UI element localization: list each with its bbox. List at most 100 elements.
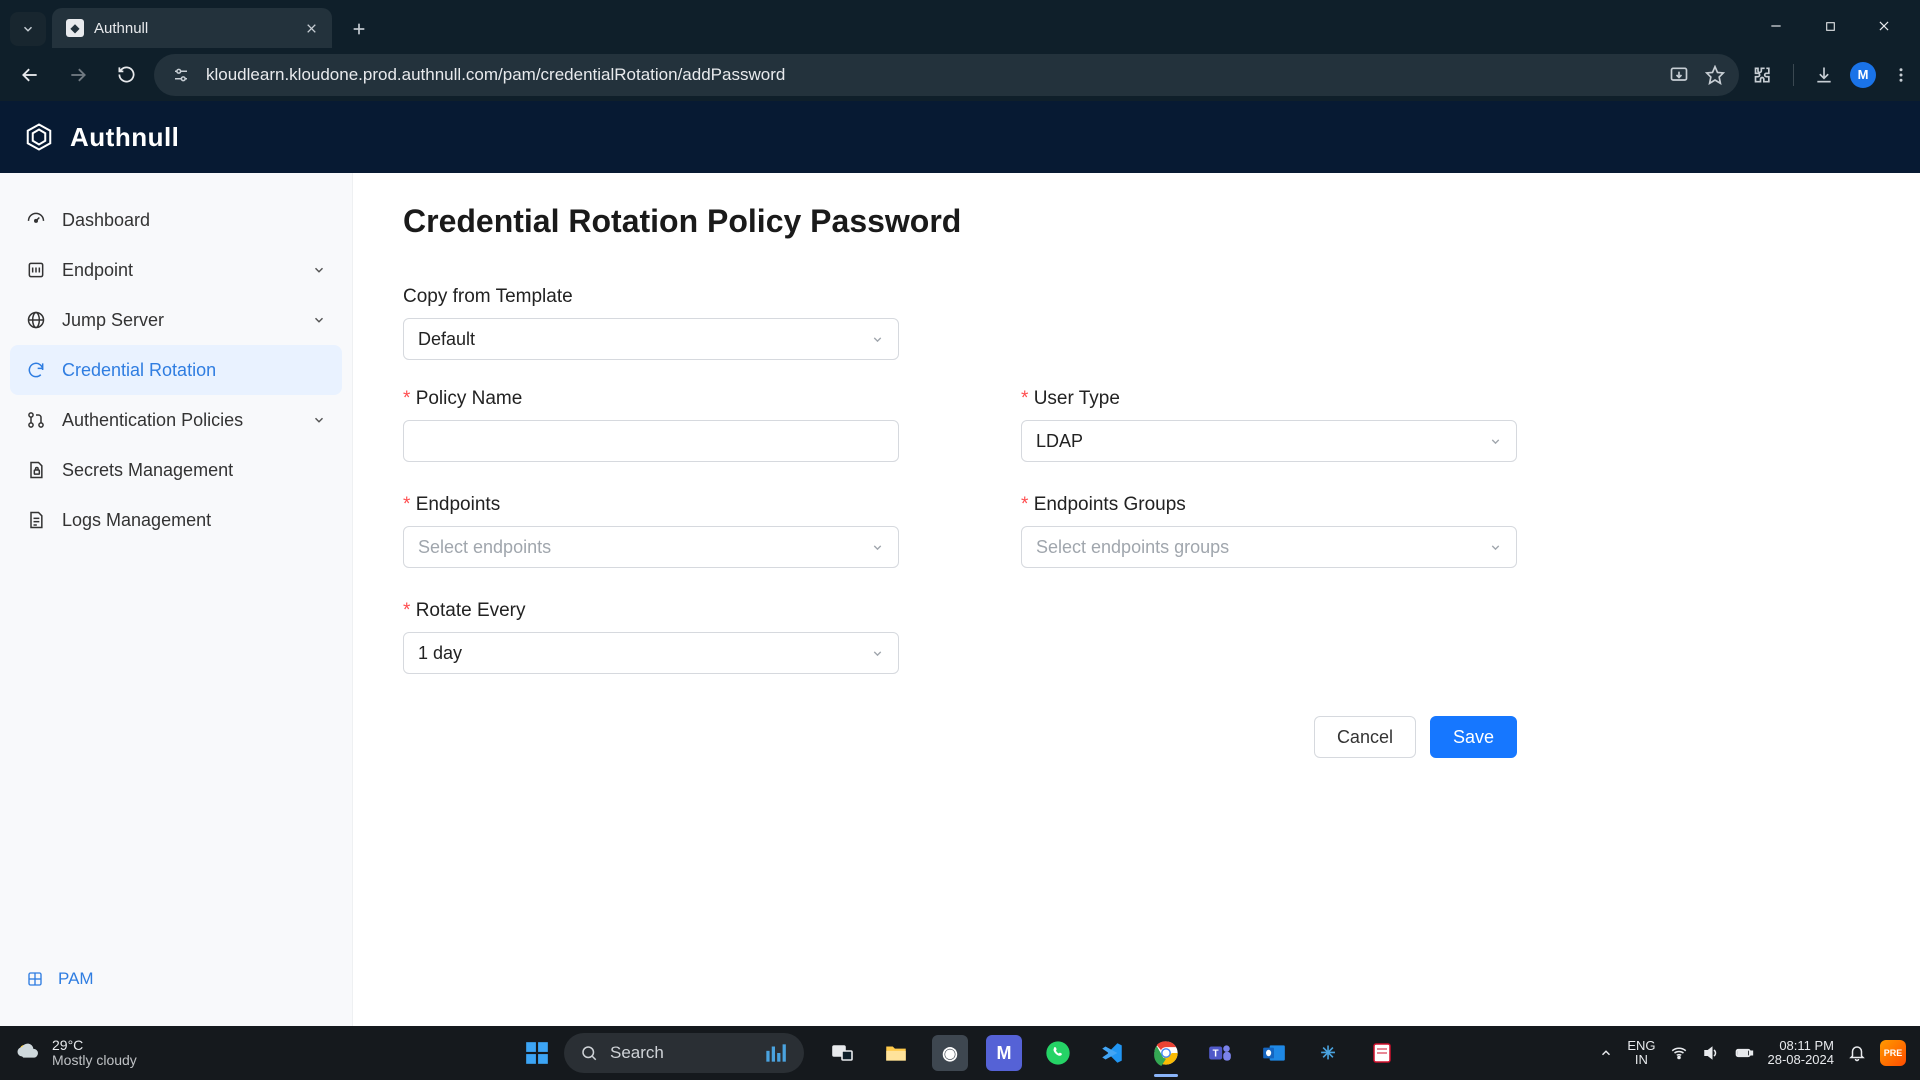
- window-close-button[interactable]: [1858, 6, 1910, 46]
- chevron-down-icon: [871, 541, 884, 554]
- taskbar-pinned-apps: ◉ M T ✳: [824, 1035, 1400, 1071]
- tab-search-button[interactable]: [10, 12, 46, 46]
- vscode-icon: [1099, 1040, 1125, 1066]
- cancel-button[interactable]: Cancel: [1314, 716, 1416, 758]
- sidebar-item-label: Dashboard: [62, 210, 150, 231]
- browser-chrome: ◆ Authnull kloudlearn.kloudone.prod.auth…: [0, 0, 1920, 101]
- sidebar-footer-pam[interactable]: PAM: [10, 954, 342, 1004]
- taskbar-app-taskview[interactable]: [824, 1035, 860, 1071]
- taskbar-app-outlook[interactable]: [1256, 1035, 1292, 1071]
- app-body: Dashboard Endpoint Jump Server Credentia…: [0, 173, 1920, 1026]
- site-info-button[interactable]: [168, 62, 194, 88]
- endpoints-groups-select[interactable]: Select endpoints groups: [1021, 526, 1517, 568]
- window-minimize-button[interactable]: [1750, 6, 1802, 46]
- extensions-area: M: [1753, 62, 1910, 88]
- battery-icon: [1734, 1043, 1754, 1063]
- chevron-down-icon: [1489, 541, 1502, 554]
- sidebar-item-label: Authentication Policies: [62, 410, 243, 431]
- search-accent-icon: [762, 1040, 788, 1066]
- sidebar-footer-label: PAM: [58, 969, 94, 989]
- tray-clock[interactable]: 08:11 PM 28-08-2024: [1768, 1039, 1835, 1068]
- nav-back-button[interactable]: [10, 55, 50, 95]
- sidebar-item-endpoint[interactable]: Endpoint: [10, 245, 342, 295]
- sidebar-item-dashboard[interactable]: Dashboard: [10, 195, 342, 245]
- browser-tab[interactable]: ◆ Authnull: [52, 8, 332, 48]
- arrow-right-icon: [68, 65, 88, 85]
- page-title: Credential Rotation Policy Password: [403, 203, 1870, 240]
- downloads-button[interactable]: [1814, 65, 1834, 85]
- select-value: 1 day: [418, 643, 462, 664]
- weather-icon: [14, 1039, 42, 1067]
- field-copy-from-template: Copy from Template Default: [403, 286, 899, 360]
- taskbar-app-generic-3[interactable]: ✳: [1310, 1035, 1346, 1071]
- separator: [1793, 64, 1794, 86]
- bookmark-button[interactable]: [1705, 65, 1725, 85]
- download-icon: [1814, 65, 1834, 85]
- tray-notifications[interactable]: [1848, 1044, 1866, 1062]
- user-type-select[interactable]: LDAP: [1021, 420, 1517, 462]
- field-endpoints: Endpoints Select endpoints: [403, 494, 899, 568]
- taskbar-search[interactable]: Search: [564, 1033, 804, 1073]
- nav-forward-button[interactable]: [58, 55, 98, 95]
- toolbar: kloudlearn.kloudone.prod.authnull.com/pa…: [0, 48, 1920, 101]
- tray-volume[interactable]: [1702, 1044, 1720, 1062]
- sidebar-item-label: Jump Server: [62, 310, 164, 331]
- sidebar-item-credential-rotation[interactable]: Credential Rotation: [10, 345, 342, 395]
- reload-icon: [117, 65, 136, 84]
- taskbar-app-explorer[interactable]: [878, 1035, 914, 1071]
- taskbar-app-teams[interactable]: T: [1202, 1035, 1238, 1071]
- tray-battery[interactable]: [1734, 1043, 1754, 1063]
- taskbar-app-generic-2[interactable]: M: [986, 1035, 1022, 1071]
- endpoints-label: Endpoints: [403, 494, 899, 516]
- server-icon: [26, 260, 46, 280]
- note-icon: [1370, 1041, 1394, 1065]
- taskbar-weather[interactable]: 29°C Mostly cloudy: [14, 1038, 137, 1069]
- taskbar-app-generic-4[interactable]: [1364, 1035, 1400, 1071]
- sidebar-item-label: Credential Rotation: [62, 360, 216, 381]
- tab-strip: ◆ Authnull: [0, 0, 1920, 48]
- browser-menu-button[interactable]: [1892, 66, 1910, 84]
- sidebar-item-jump-server[interactable]: Jump Server: [10, 295, 342, 345]
- sidebar-item-authentication-policies[interactable]: Authentication Policies: [10, 395, 342, 445]
- main-content: Credential Rotation Policy Password Copy…: [353, 173, 1920, 1026]
- taskbar-center: Search ◉ M T ✳: [520, 1033, 1400, 1073]
- sidebar: Dashboard Endpoint Jump Server Credentia…: [0, 173, 353, 1026]
- new-tab-button[interactable]: [342, 12, 376, 46]
- pull-request-icon: [26, 410, 46, 430]
- file-text-icon: [26, 510, 46, 530]
- taskbar-app-generic-1[interactable]: ◉: [932, 1035, 968, 1071]
- bell-icon: [1848, 1044, 1866, 1062]
- tray-copilot[interactable]: PRE: [1880, 1040, 1906, 1066]
- close-icon: [305, 22, 318, 35]
- app-header: Authnull: [0, 101, 1920, 173]
- star-icon: [1705, 65, 1725, 85]
- taskbar: 29°C Mostly cloudy Search ◉ M T ✳: [0, 1026, 1920, 1080]
- tray-overflow-button[interactable]: [1599, 1046, 1613, 1060]
- endpoints-groups-label: Endpoints Groups: [1021, 494, 1517, 516]
- tray-wifi[interactable]: [1670, 1044, 1688, 1062]
- tray-language[interactable]: ENG IN: [1627, 1039, 1655, 1068]
- taskbar-app-vscode[interactable]: [1094, 1035, 1130, 1071]
- address-bar[interactable]: kloudlearn.kloudone.prod.authnull.com/pa…: [154, 54, 1739, 96]
- kebab-icon: [1892, 66, 1910, 84]
- rotate-every-select[interactable]: 1 day: [403, 632, 899, 674]
- taskbar-app-chrome[interactable]: [1148, 1035, 1184, 1071]
- taskbar-app-whatsapp[interactable]: [1040, 1035, 1076, 1071]
- endpoints-select[interactable]: Select endpoints: [403, 526, 899, 568]
- profile-avatar[interactable]: M: [1850, 62, 1876, 88]
- extensions-button[interactable]: [1753, 65, 1773, 85]
- nav-reload-button[interactable]: [106, 55, 146, 95]
- install-app-button[interactable]: [1669, 65, 1689, 85]
- copy-from-template-select[interactable]: Default: [403, 318, 899, 360]
- policy-name-input[interactable]: [403, 420, 899, 462]
- teams-icon: T: [1207, 1040, 1233, 1066]
- sidebar-item-secrets-management[interactable]: Secrets Management: [10, 445, 342, 495]
- save-button[interactable]: Save: [1430, 716, 1517, 758]
- sidebar-item-logs-management[interactable]: Logs Management: [10, 495, 342, 545]
- tab-close-button[interactable]: [305, 22, 318, 35]
- taskbar-tray: ENG IN 08:11 PM 28-08-2024 PRE: [1599, 1039, 1906, 1068]
- window-maximize-button[interactable]: [1804, 6, 1856, 46]
- window-controls: [1750, 6, 1910, 46]
- start-button[interactable]: [520, 1036, 554, 1070]
- sidebar-item-label: Logs Management: [62, 510, 211, 531]
